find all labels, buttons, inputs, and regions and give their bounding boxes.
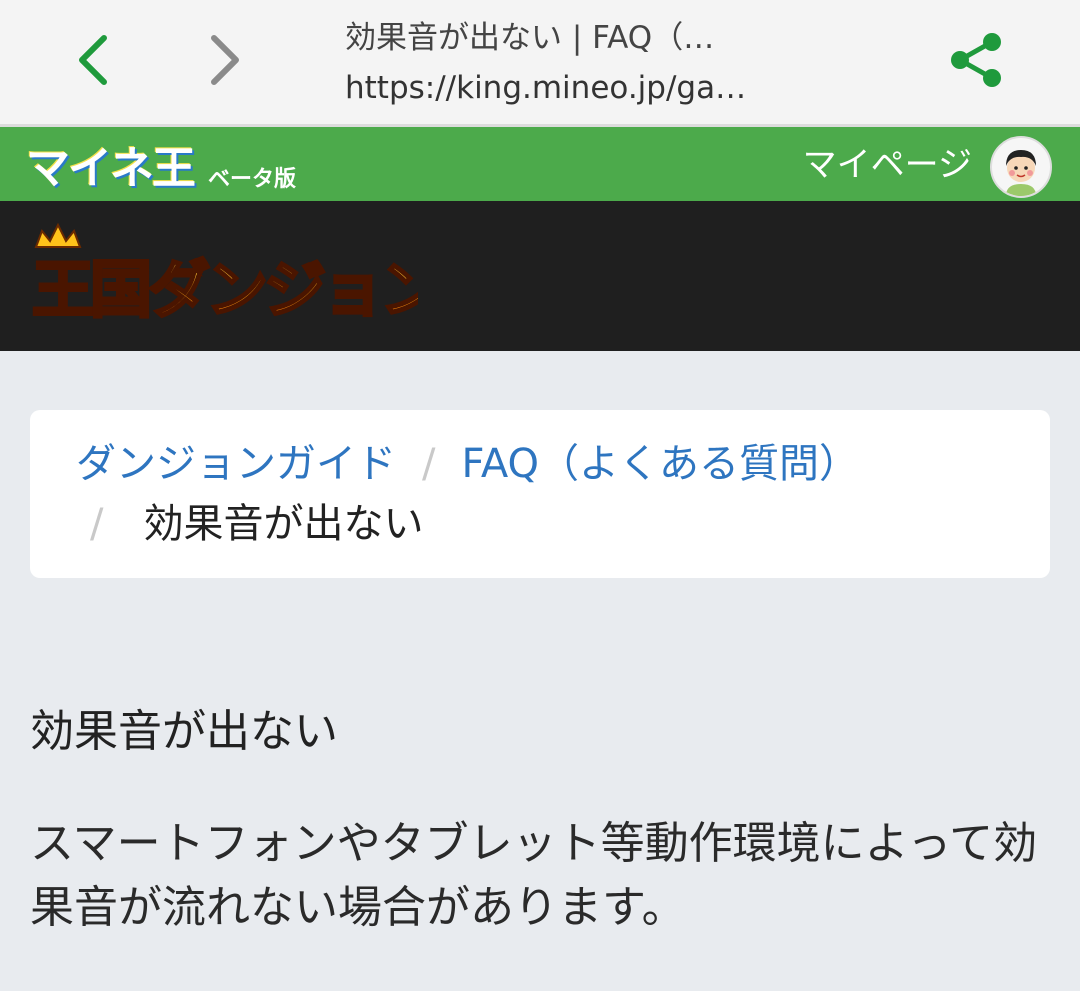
game-banner: 王国ダンジョン bbox=[0, 201, 1080, 351]
logo-text: マイネ王 bbox=[26, 143, 196, 194]
forward-button[interactable] bbox=[194, 30, 254, 90]
share-button[interactable] bbox=[944, 28, 1008, 92]
kingdom-dungeon-logo-text: 王国ダンジョン bbox=[32, 253, 418, 326]
breadcrumb: ダンジョンガイド / FAQ（よくある質問） / 効果音が出ない bbox=[30, 410, 1050, 578]
address-area[interactable]: 効果音が出ない | FAQ（… https://king.mineo.jp/ga… bbox=[345, 18, 905, 108]
beta-label: ベータ版 bbox=[208, 167, 297, 192]
share-icon bbox=[951, 33, 1001, 87]
browser-page-title: 効果音が出ない | FAQ（… bbox=[345, 20, 715, 56]
faq-answer: スマートフォンやタブレット等動作環境によって効果音が流れない場合があります。 bbox=[30, 818, 1038, 933]
chevron-right-icon bbox=[211, 35, 239, 85]
breadcrumb-separator: / bbox=[90, 501, 104, 547]
avatar[interactable] bbox=[990, 136, 1052, 198]
back-button[interactable] bbox=[64, 30, 124, 90]
user-avatar-icon bbox=[1006, 150, 1036, 196]
kingdom-dungeon-logo[interactable]: 王国ダンジョン bbox=[28, 219, 418, 327]
chevron-left-icon bbox=[79, 35, 107, 85]
browser-toolbar: 効果音が出ない | FAQ（… https://king.mineo.jp/ga… bbox=[0, 0, 1080, 127]
site-logo[interactable]: マイネ王 ベータ版 bbox=[26, 135, 296, 197]
mypage-link[interactable]: マイページ bbox=[803, 145, 972, 185]
breadcrumb-faq[interactable]: FAQ（よくある質問） bbox=[461, 441, 858, 487]
site-header: マイネ王 ベータ版 マイページ bbox=[0, 127, 1080, 201]
breadcrumb-current: 効果音が出ない bbox=[143, 501, 424, 547]
page-title: 効果音が出ない bbox=[30, 706, 338, 757]
url-text: https://king.mineo.jp/ga… bbox=[345, 70, 747, 106]
breadcrumb-separator: / bbox=[422, 441, 436, 487]
breadcrumb-dungeon-guide[interactable]: ダンジョンガイド bbox=[76, 441, 396, 487]
